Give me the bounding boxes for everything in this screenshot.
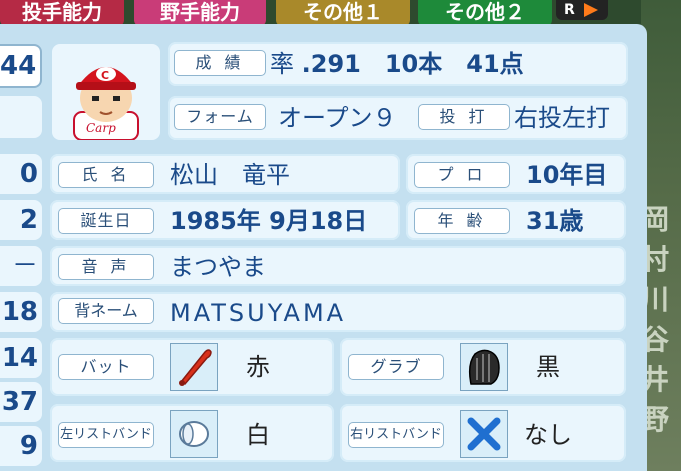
form-label: フォーム (174, 104, 266, 130)
left-value: － (0, 246, 42, 286)
left-value: 0 (0, 154, 42, 194)
voice-value: まつやま (170, 253, 266, 281)
tab-other-2[interactable]: その他２ (418, 0, 552, 26)
left-value: 18 (0, 292, 42, 332)
pro-label: プ ロ (414, 162, 510, 188)
left-wristband-label: 左リストバンド (58, 422, 154, 448)
birth-label: 誕生日 (58, 208, 154, 234)
name-label: 氏 名 (58, 162, 154, 188)
age-label: 年 齢 (414, 208, 510, 234)
bat-icon (170, 343, 218, 391)
wristband-icon (170, 410, 218, 458)
stats-value: 率 .291 10本 41点 (270, 50, 524, 78)
glove-label: グラブ (348, 354, 444, 380)
birth-value: 1985年 9月18日 (170, 207, 368, 235)
left-value: 44 (0, 44, 42, 88)
right-wristband-value: なし (524, 421, 572, 449)
tab-other-1[interactable]: その他１ (276, 0, 410, 26)
left-value: 37 (0, 382, 42, 422)
back-name-label: 背ネーム (58, 298, 154, 324)
left-value: 9 (0, 426, 42, 466)
back-name-value: MATSUYAMA (170, 299, 347, 327)
stats-label: 成 績 (174, 50, 266, 76)
none-x-icon (460, 410, 508, 458)
voice-label: 音 声 (58, 254, 154, 280)
next-tab-button[interactable]: R (556, 0, 608, 20)
play-arrow-icon (584, 3, 598, 17)
right-wristband-label: 右リストバンド (348, 422, 444, 448)
glove-value: 黒 (536, 353, 560, 381)
r-button-label: R (564, 2, 575, 18)
player-avatar: Carp C (52, 44, 160, 141)
left-wristband-value: 白 (246, 421, 270, 449)
svg-text:C: C (101, 69, 109, 82)
left-value: 2 (0, 200, 42, 240)
player-face-icon: Carp C (73, 67, 139, 141)
left-value: 14 (0, 338, 42, 378)
tab-pitcher-ability[interactable]: 投手能力 (0, 0, 124, 26)
name-value: 松山 竜平 (170, 161, 290, 189)
pro-value: 10年目 (526, 161, 608, 189)
bat-label: バット (58, 354, 154, 380)
bat-value: 赤 (246, 353, 270, 381)
form-value: オープン９ (278, 104, 397, 132)
bat-throw-value: 右投左打 (514, 104, 610, 132)
svg-text:Carp: Carp (86, 121, 116, 135)
tab-fielder-ability[interactable]: 野手能力 (134, 0, 266, 26)
bat-throw-label: 投 打 (418, 104, 510, 130)
left-value (0, 96, 42, 138)
age-value: 31歳 (526, 207, 584, 235)
glove-icon (460, 343, 508, 391)
